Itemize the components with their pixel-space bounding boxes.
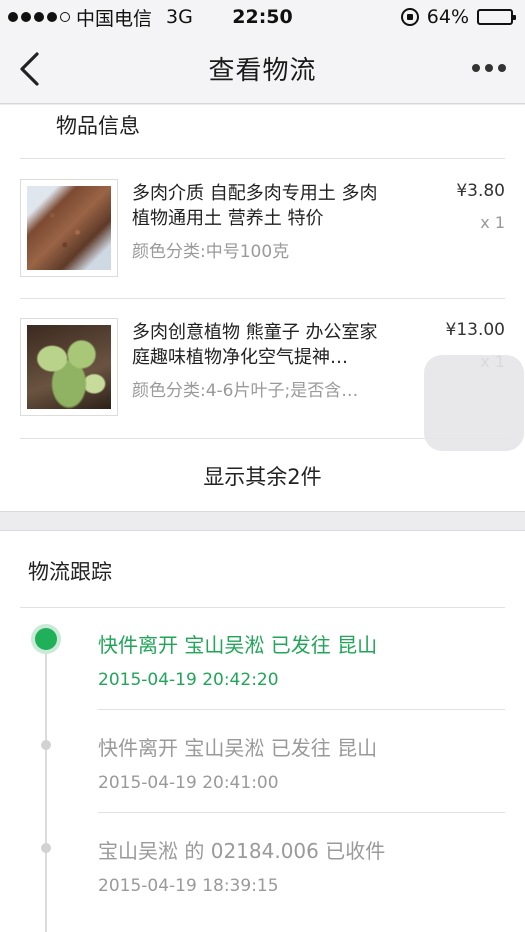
product-spec: 颜色分类:4-6片叶子;是否含… <box>132 381 359 401</box>
tracking-section-title: 物流跟踪 <box>28 560 112 584</box>
signal-strength-icon <box>8 12 70 22</box>
product-price: ¥13.00 <box>445 320 505 340</box>
goods-section-title: 物品信息 <box>56 114 140 138</box>
network-label: 3G <box>166 6 193 28</box>
page-title: 查看物流 <box>208 56 317 86</box>
battery-icon <box>477 9 516 25</box>
status-bar-left: 中国电信 3G <box>8 4 193 31</box>
product-image-plant <box>27 325 111 409</box>
product-image-soil <box>27 186 111 270</box>
status-bar-right: 64% <box>400 6 516 28</box>
more-button[interactable] <box>471 58 507 78</box>
timeline-dot-active <box>35 628 57 650</box>
product-spec: 颜色分类:中号100克 <box>132 242 290 262</box>
rotation-lock-icon <box>400 8 419 26</box>
content-area[interactable]: 物品信息 多肉介质 自配多肉专用土 多肉植物通用土 营养土 特价 颜色分类:中号… <box>0 105 525 932</box>
battery-percent: 64% <box>426 6 469 28</box>
goods-card: 物品信息 多肉介质 自配多肉专用土 多肉植物通用土 营养土 特价 颜色分类:中号… <box>0 105 525 511</box>
chevron-left-icon <box>20 52 39 86</box>
assistive-touch-button[interactable] <box>424 355 524 451</box>
divider <box>20 158 505 159</box>
event-text: 快件离开 宝山吴淞 已发往 昆山 <box>98 633 378 657</box>
event-text: 宝山吴淞 的 02184.006 已收件 <box>98 839 386 863</box>
event-time: 2015-04-19 18:39:15 <box>98 876 279 896</box>
tracking-event: 宝山吴淞 的 02184.006 已收件 2015-04-19 18:39:15 <box>0 813 525 917</box>
section-gap <box>0 511 525 531</box>
product-thumbnail <box>20 318 118 416</box>
product-name: 多肉介质 自配多肉专用土 多肉植物通用土 营养土 特价 <box>132 183 378 229</box>
product-price: ¥3.80 <box>456 181 505 201</box>
event-text: 快件离开 宝山吴淞 已发往 昆山 <box>98 736 378 760</box>
product-thumbnail <box>20 179 118 277</box>
carrier-label: 中国电信 <box>76 7 153 30</box>
goods-item[interactable]: 多肉介质 自配多肉专用土 多肉植物通用土 营养土 特价 颜色分类:中号100克 … <box>20 179 505 299</box>
more-dots-icon <box>472 64 480 72</box>
tracking-event: 快件离开 宝山吴淞 已发往 昆山 2015-04-19 20:42:20 <box>0 607 525 711</box>
product-quantity: x 1 <box>480 213 505 232</box>
event-time: 2015-04-19 20:42:20 <box>98 670 279 690</box>
timeline-dot <box>41 843 51 853</box>
tracking-card: 物流跟踪 快件离开 宝山吴淞 已发往 昆山 2015-04-19 20:42:2… <box>0 531 525 932</box>
navigation-bar: 查看物流 <box>0 34 525 104</box>
timeline-dot <box>41 740 51 750</box>
tracking-event: 快件离开 宝山吴淞 已发往 昆山 2015-04-19 20:41:00 <box>0 710 525 814</box>
clock: 22:50 <box>232 6 293 28</box>
product-name: 多肉创意植物 熊童子 办公室家庭趣味植物净化空气提神… <box>132 322 378 368</box>
show-more-button[interactable]: 显示其余2件 <box>0 443 525 509</box>
divider <box>20 298 505 299</box>
back-button[interactable] <box>18 48 58 90</box>
status-bar: 中国电信 3G 22:50 64% <box>0 0 525 34</box>
event-time: 2015-04-19 20:41:00 <box>98 773 279 793</box>
